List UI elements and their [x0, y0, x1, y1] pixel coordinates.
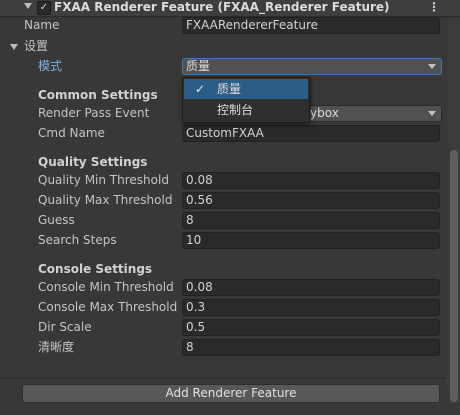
mode-option-console[interactable]: 控制台 — [184, 100, 308, 120]
scrollbar-thumb[interactable] — [450, 150, 458, 402]
quality-max-threshold-field[interactable]: 0.56 — [182, 192, 440, 209]
mode-option-label: 质量 — [217, 82, 242, 96]
mode-option-quality[interactable]: ✓ 质量 — [184, 79, 308, 99]
console-min-threshold-label: Console Min Threshold — [38, 280, 174, 294]
console-max-threshold-field[interactable]: 0.3 — [182, 299, 440, 316]
feature-title: FXAA Renderer Feature (FXAA_Renderer Fea… — [54, 0, 390, 14]
name-field[interactable]: FXAARendererFeature — [182, 17, 440, 34]
sharpness-label: 清晰度 — [38, 340, 75, 354]
chevron-down-icon — [428, 64, 436, 69]
quality-min-threshold-label: Quality Min Threshold — [38, 173, 169, 187]
sharpness-field[interactable]: 8 — [182, 339, 440, 356]
search-steps-label: Search Steps — [38, 233, 117, 247]
quality-settings-heading: Quality Settings — [38, 155, 148, 169]
guess-label: Guess — [38, 213, 75, 227]
common-settings-heading: Common Settings — [38, 88, 158, 102]
settings-foldout-icon[interactable] — [10, 44, 18, 50]
quality-min-threshold-field[interactable]: 0.08 — [182, 172, 440, 189]
name-label: Name — [24, 18, 60, 32]
mode-dropdown-value: 质量 — [186, 59, 211, 73]
settings-label[interactable]: 设置 — [24, 38, 48, 54]
cmd-name-label: Cmd Name — [38, 126, 105, 140]
foldout-arrow-icon[interactable] — [24, 3, 32, 9]
mode-option-label: 控制台 — [217, 103, 254, 117]
enabled-checkbox[interactable]: ✓ — [37, 1, 51, 15]
console-max-threshold-label: Console Max Threshold — [38, 300, 178, 314]
mode-label: 模式 — [38, 59, 63, 73]
divider — [0, 378, 447, 379]
mode-dropdown-popup: ✓ 质量 控制台 — [182, 77, 310, 123]
guess-field[interactable]: 8 — [182, 212, 440, 229]
console-settings-heading: Console Settings — [38, 262, 153, 276]
search-steps-field[interactable]: 10 — [182, 232, 440, 249]
cmd-name-field[interactable]: CustomFXAA — [182, 125, 440, 142]
kebab-menu-icon[interactable]: ⋮ — [428, 0, 440, 16]
chevron-down-icon — [428, 111, 436, 116]
dir-scale-label: Dir Scale — [38, 320, 92, 334]
render-pass-event-label: Render Pass Event — [38, 106, 150, 120]
render-pass-event-value: ybox — [310, 106, 339, 120]
add-renderer-feature-button[interactable]: Add Renderer Feature — [22, 384, 440, 403]
mode-dropdown[interactable]: 质量 — [182, 58, 442, 75]
dir-scale-field[interactable]: 0.5 — [182, 319, 440, 336]
checkmark-icon: ✓ — [195, 82, 206, 96]
quality-max-threshold-label: Quality Max Threshold — [38, 193, 173, 207]
console-min-threshold-field[interactable]: 0.08 — [182, 279, 440, 296]
